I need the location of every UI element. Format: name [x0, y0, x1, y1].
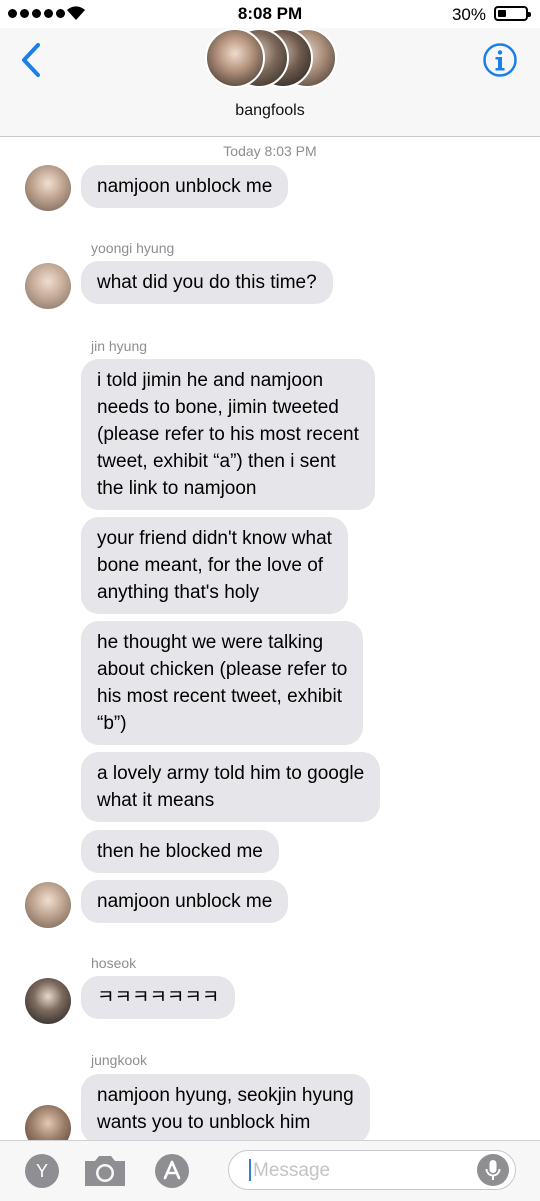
avatar[interactable] [25, 882, 71, 928]
back-chevron-icon[interactable] [18, 42, 44, 78]
avatar[interactable] [25, 165, 71, 211]
sender-name: jungkook [91, 1052, 148, 1068]
info-icon[interactable] [482, 42, 518, 78]
battery-percentage: 30% [451, 5, 486, 24]
message-placeholder: Message [253, 1160, 331, 1181]
message-bubble[interactable]: namjoon hyung, seokjin hyung wants you t… [81, 1074, 370, 1140]
avatar[interactable] [25, 1105, 71, 1140]
avatar[interactable] [25, 978, 71, 1024]
group-name[interactable]: bangfools [0, 102, 540, 120]
app-store-icon[interactable] [155, 1154, 189, 1188]
status-bar: 8:08 PM 30% [0, 0, 540, 28]
conversation-header: bangfools [0, 28, 540, 137]
message-bubble[interactable]: i told jimin he and namjoon needs to bon… [81, 359, 375, 510]
camera-icon[interactable] [82, 1153, 128, 1189]
message-input-bar: Y Message [0, 1140, 540, 1201]
message-bubble[interactable]: he thought we were talking about chicken… [81, 621, 364, 745]
message-bubble[interactable]: namjoon unblock me [81, 880, 289, 923]
group-avatars[interactable] [205, 28, 345, 92]
message-bubble[interactable]: your friend didn't know what bone meant,… [81, 517, 348, 614]
microphone-icon[interactable] [477, 1154, 509, 1186]
message-bubble[interactable]: what did you do this time? [81, 261, 333, 304]
message-bubble[interactable]: a lovely army told him to google what it… [81, 752, 381, 822]
sender-name: yoongi hyung [91, 240, 175, 256]
sender-name: jin hyung [91, 338, 148, 354]
message-bubble[interactable]: then he blocked me [81, 830, 279, 873]
text-cursor [249, 1159, 251, 1181]
message-input[interactable]: Message [228, 1150, 516, 1190]
y-app-button[interactable]: Y [25, 1154, 59, 1188]
message-bubble[interactable]: namjoon unblock me [81, 165, 289, 208]
message-list[interactable]: Today 8:03 PM namjoon unblock me yoongi … [0, 137, 540, 1140]
battery-icon [494, 6, 531, 21]
avatar[interactable] [25, 263, 71, 309]
conversation-timestamp: Today 8:03 PM [223, 143, 317, 159]
message-bubble[interactable]: ㅋㅋㅋㅋㅋㅋㅋ [81, 976, 236, 1019]
avatar [205, 28, 265, 88]
sender-name: hoseok [91, 955, 137, 971]
